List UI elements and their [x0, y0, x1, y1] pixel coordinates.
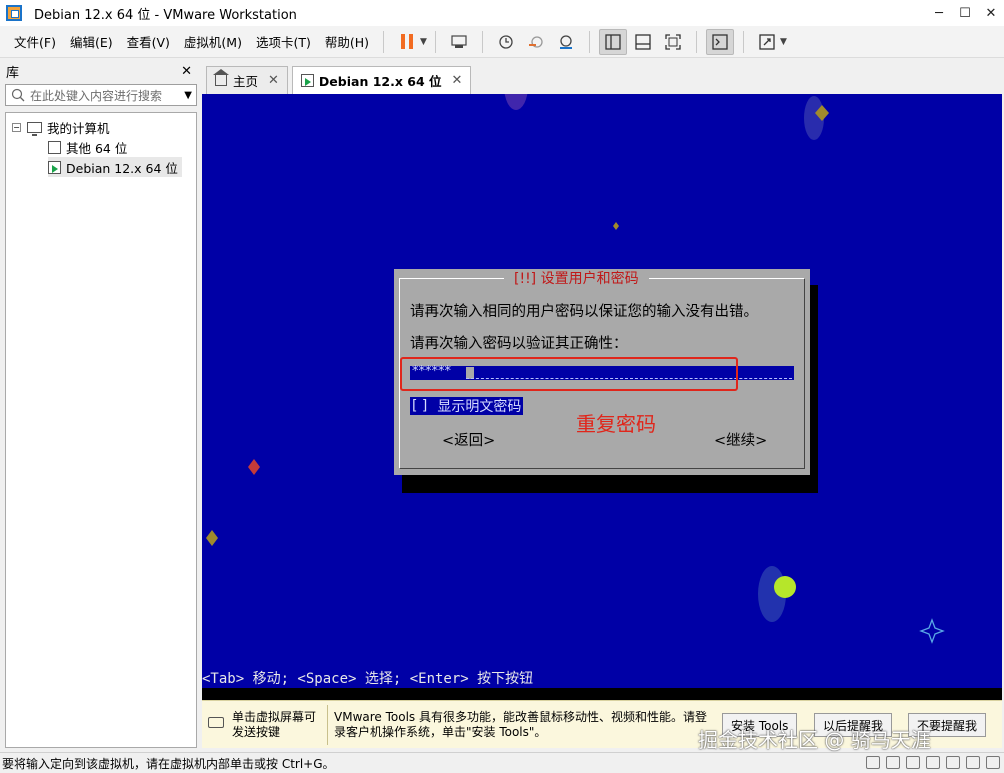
cd-drive-icon[interactable]	[886, 756, 900, 769]
pause-button[interactable]	[393, 29, 421, 55]
tab-label: 主页	[233, 74, 259, 89]
snapshot-manager-button[interactable]	[552, 29, 580, 55]
usb-icon[interactable]	[926, 756, 940, 769]
menu-view[interactable]: 查看(V)	[121, 32, 176, 51]
fullscreen-button[interactable]	[659, 29, 687, 55]
tree-item-label: 其他 64 位	[66, 140, 128, 156]
console-view-button[interactable]	[705, 28, 734, 55]
more-devices-icon[interactable]	[986, 756, 1000, 769]
console-bottom-strip	[202, 688, 1002, 700]
display-icon[interactable]	[966, 756, 980, 769]
send-ctrl-alt-del-button[interactable]	[445, 29, 473, 55]
minimize-icon[interactable]: ─	[926, 0, 952, 26]
library-title: 库	[6, 65, 20, 81]
tab-home[interactable]: 主页 ✕	[206, 66, 288, 94]
tree-item-other-64[interactable]: 其他 64 位	[48, 137, 127, 157]
toolbar-separator	[383, 30, 385, 53]
tools-message: VMware Tools 具有很多功能，能改善鼠标移动性、视频和性能。请登录客户…	[334, 710, 707, 739]
sound-icon[interactable]	[946, 756, 960, 769]
maximize-icon[interactable]: ☐	[952, 0, 978, 26]
vm-console[interactable]: [!!] 设置用户和密码 请再次输入相同的用户密码以保证您的输入没有出错。 请再…	[202, 94, 1002, 688]
close-library-icon[interactable]: ✕	[181, 64, 192, 79]
send-keys-icon	[451, 34, 467, 48]
library-header: 库 ✕	[0, 60, 200, 82]
chevron-down-icon[interactable]: ▼	[184, 90, 192, 101]
snapshot-manager-icon	[559, 34, 572, 49]
device-icons	[866, 756, 1000, 769]
menu-tabs[interactable]: 选项卡(T)	[250, 32, 317, 51]
library-search-placeholder: 在此处键入内容进行搜索	[30, 88, 163, 103]
tree-item-my-computer[interactable]: − 我的计算机	[12, 117, 110, 137]
collapse-icon[interactable]: −	[12, 122, 21, 132]
vmware-window: Debian 12.x 64 位 - VMware Workstation ─ …	[0, 0, 1004, 773]
status-text: 要将输入定向到该虚拟机，请在虚拟机内部单击或按 Ctrl+G。	[2, 756, 335, 771]
menu-toolbar: 文件(F) 编辑(E) 查看(V) 虚拟机(M) 选项卡(T) 帮助(H) ▼	[0, 26, 1004, 58]
close-tab-icon[interactable]: ✕	[268, 73, 279, 88]
tab-bar: 主页 ✕ Debian 12.x 64 位 ✕	[202, 64, 1004, 94]
tree-item-debian[interactable]: Debian 12.x 64 位	[48, 157, 182, 177]
hard-disk-icon[interactable]	[866, 756, 880, 769]
library-view-icon	[605, 33, 621, 50]
menu-help[interactable]: 帮助(H)	[319, 32, 375, 51]
checkbox-label: 显示明文密码	[437, 399, 522, 415]
vm-icon	[48, 140, 61, 154]
stretch-guest-button[interactable]	[753, 29, 781, 55]
home-icon	[213, 69, 229, 86]
terminal-icon	[712, 33, 728, 50]
computer-icon	[27, 121, 42, 136]
menu-edit[interactable]: 编辑(E)	[64, 32, 119, 51]
checkbox-box: [ ]	[412, 398, 428, 414]
thumbnail-bar-button[interactable]	[629, 29, 657, 55]
tab-label: Debian 12.x 64 位	[318, 74, 442, 89]
status-bar: 要将输入定向到该虚拟机，请在虚拟机内部单击或按 Ctrl+G。	[0, 752, 1004, 773]
revert-snapshot-button[interactable]	[522, 29, 550, 55]
prompt-line-2: 请再次输入密码以验证其正确性：	[410, 336, 628, 352]
prompt-line-1: 请再次输入相同的用户密码以保证您的输入没有出错。	[410, 304, 758, 320]
snapshot-icon	[499, 34, 513, 49]
window-title: Debian 12.x 64 位 - VMware Workstation	[34, 7, 297, 23]
key-hint-line: <Tab> 移动; <Space> 选择; <Enter> 按下按钮	[202, 671, 534, 687]
chevron-down-icon[interactable]: ▼	[780, 37, 787, 47]
window-controls: ─ ☐ ✕	[926, 0, 1004, 26]
revert-snapshot-icon	[528, 35, 543, 48]
vm-running-icon	[48, 160, 61, 174]
library-search[interactable]: 在此处键入内容进行搜索 ▼	[5, 84, 197, 106]
annotation-highlight-box	[400, 357, 738, 391]
show-library-button[interactable]	[598, 28, 627, 55]
fullscreen-icon	[665, 33, 681, 50]
menu-file[interactable]: 文件(F)	[8, 32, 62, 51]
search-icon	[11, 88, 25, 102]
tree-item-label: 我的计算机	[47, 120, 110, 136]
library-tree: − 我的计算机 其他 64 位 Debian 12.x 64 位	[5, 112, 197, 748]
chevron-down-icon[interactable]: ▼	[420, 37, 427, 47]
vmware-app-icon	[6, 5, 22, 21]
stretch-icon	[759, 33, 775, 50]
annotation-label: 重复密码	[576, 412, 656, 436]
vm-running-icon	[300, 74, 314, 87]
close-tab-icon[interactable]: ✕	[452, 73, 463, 88]
show-password-checkbox[interactable]: [ ] 显示明文密码	[410, 397, 524, 415]
back-button[interactable]: <返回>	[442, 429, 495, 450]
snapshot-button[interactable]	[492, 29, 520, 55]
tab-debian[interactable]: Debian 12.x 64 位 ✕	[291, 66, 472, 94]
tree-item-label: Debian 12.x 64 位	[66, 160, 178, 176]
click-to-send-hint: 单击虚拟屏幕可发送按键	[232, 710, 317, 739]
watermark: 掘金技术社区 @ 骑马天涯	[698, 728, 931, 752]
continue-button[interactable]: <继续>	[714, 429, 767, 450]
close-icon[interactable]: ✕	[978, 0, 1004, 26]
title-bar: Debian 12.x 64 位 - VMware Workstation ─ …	[0, 0, 1004, 26]
dialog-title: [!!] 设置用户和密码	[504, 269, 649, 287]
thumbnail-view-icon	[635, 33, 651, 50]
pause-icon	[401, 34, 414, 49]
keyboard-icon	[208, 717, 224, 728]
network-icon[interactable]	[906, 756, 920, 769]
menu-vm[interactable]: 虚拟机(M)	[178, 32, 248, 51]
